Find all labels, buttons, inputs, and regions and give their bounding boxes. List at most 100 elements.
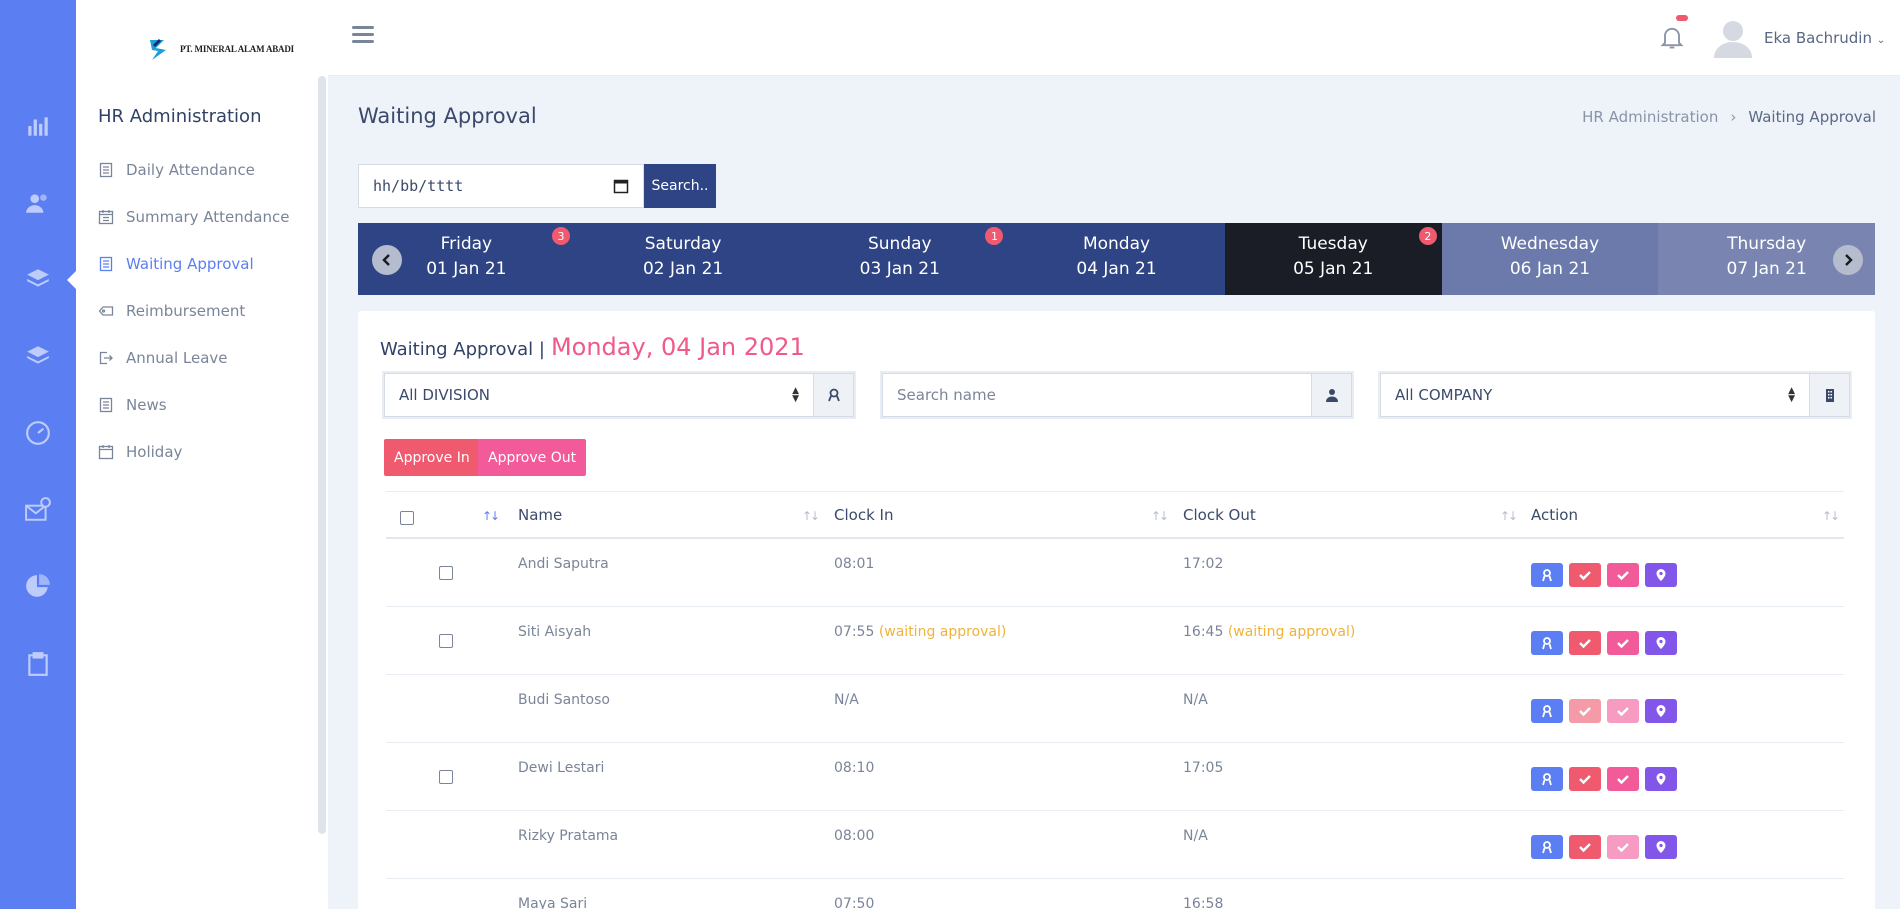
- bar-chart-icon[interactable]: [24, 112, 52, 140]
- subnav-item-daily-attendance[interactable]: Daily Attendance: [98, 146, 289, 193]
- avatar[interactable]: [1712, 16, 1754, 58]
- clock-out-cell: N/A: [1183, 692, 1208, 708]
- top-bar: Eka Bachrudin ⌄: [328, 0, 1900, 76]
- approve-in-row-button[interactable]: [1569, 631, 1601, 655]
- subnav-list: Daily Attendance Summary Attendance Wait…: [98, 146, 289, 475]
- users-icon[interactable]: [24, 189, 52, 217]
- day-strip: Friday 01 Jan 21 3 Saturday 02 Jan 21 Su…: [358, 223, 1876, 295]
- card-title: Waiting Approval |: [380, 339, 545, 360]
- day-date: 04 Jan 21: [1076, 259, 1157, 279]
- employee-name: Rizky Pratama: [518, 828, 619, 844]
- chevron-down-icon: ⌄: [1876, 35, 1886, 46]
- clock-in-time: 08:00: [834, 828, 875, 844]
- layers-icon[interactable]: [24, 265, 52, 293]
- search-button[interactable]: Search..: [644, 164, 716, 208]
- location-button[interactable]: [1645, 699, 1677, 723]
- breadcrumb-link[interactable]: HR Administration: [1582, 108, 1718, 126]
- subnav-item-holiday[interactable]: Holiday: [98, 428, 289, 475]
- column-header-name[interactable]: Name: [518, 506, 562, 524]
- map-pin-icon: [1656, 773, 1666, 785]
- column-header-clock-out[interactable]: Clock Out: [1183, 506, 1256, 524]
- approve-in-button[interactable]: Approve In: [384, 439, 480, 476]
- detail-button[interactable]: [1531, 631, 1563, 655]
- breadcrumb-current: Waiting Approval: [1748, 108, 1876, 126]
- sort-icon[interactable]: ↑↓: [482, 509, 500, 523]
- subnav-item-waiting-approval[interactable]: Waiting Approval: [98, 240, 289, 287]
- day-tab-monday[interactable]: Monday 04 Jan 21: [1008, 223, 1225, 295]
- next-day-button[interactable]: [1833, 245, 1863, 275]
- subnav-item-label: Summary Attendance: [126, 207, 290, 226]
- breadcrumb: HR Administration › Waiting Approval: [1582, 108, 1876, 126]
- dashboard-icon[interactable]: [24, 419, 52, 447]
- clock-in-time: 07:50: [834, 896, 875, 909]
- prev-day-button[interactable]: [372, 245, 402, 275]
- approve-out-row-button[interactable]: [1607, 631, 1639, 655]
- pie-chart-icon[interactable]: [24, 572, 52, 600]
- column-header-clock-in[interactable]: Clock In: [834, 506, 893, 524]
- approve-in-row-button[interactable]: [1569, 835, 1601, 859]
- bell-icon[interactable]: [1658, 22, 1686, 52]
- approve-in-row-button[interactable]: [1569, 563, 1601, 587]
- secondary-sidebar: PT. MINERAL ALAM ABADI HR Administration…: [76, 0, 328, 909]
- day-tab-wednesday[interactable]: Wednesday 06 Jan 21: [1441, 223, 1659, 295]
- subnav-item-news[interactable]: News: [98, 381, 289, 428]
- table-row: Maya Sari 07:50 16:58: [386, 879, 1844, 909]
- company-filter: All COMPANY ▲ ▼: [1380, 373, 1850, 417]
- menu-toggle-icon[interactable]: [352, 26, 374, 44]
- approve-in-row-button: [1569, 699, 1601, 723]
- location-button[interactable]: [1645, 631, 1677, 655]
- row-checkbox[interactable]: [439, 770, 453, 784]
- approve-in-row-button[interactable]: [1569, 767, 1601, 791]
- approve-out-button[interactable]: Approve Out: [478, 439, 587, 476]
- detail-button[interactable]: [1531, 563, 1563, 587]
- location-button[interactable]: [1645, 563, 1677, 587]
- search-name-input[interactable]: Search name: [883, 374, 1311, 416]
- sidebar-scrollbar[interactable]: [318, 76, 326, 834]
- icon-rail: [0, 0, 77, 909]
- sort-icon[interactable]: ↑↓: [1822, 509, 1840, 523]
- division-filter: All DIVISION ▲ ▼: [384, 373, 854, 417]
- clock-in-cell: N/A: [834, 692, 859, 708]
- chevron-right-icon: ›: [1730, 108, 1737, 126]
- map-pin-icon: [1656, 841, 1666, 853]
- subnav-item-summary-attendance[interactable]: Summary Attendance: [98, 193, 289, 240]
- select-all-checkbox[interactable]: [400, 511, 414, 525]
- approval-table: ↑↓ Name ↑↓ Clock In ↑↓ Clock Out ↑↓ Acti…: [386, 491, 1844, 909]
- row-actions: [1531, 631, 1677, 655]
- layers-icon[interactable]: [24, 342, 52, 370]
- clock-out-cell: N/A: [1183, 828, 1208, 844]
- date-input[interactable]: hh/bb/tttt: [358, 164, 644, 208]
- company-select[interactable]: All COMPANY ▲ ▼: [1381, 374, 1809, 416]
- row-checkbox[interactable]: [439, 634, 453, 648]
- mail-chat-icon[interactable]: [24, 496, 52, 524]
- check-icon: [1579, 707, 1591, 717]
- user-icon: [1325, 389, 1338, 402]
- subnav-item-reimbursement[interactable]: Reimbursement: [98, 287, 289, 334]
- division-select[interactable]: All DIVISION ▲ ▼: [385, 374, 813, 416]
- location-button[interactable]: [1645, 835, 1677, 859]
- user-menu[interactable]: Eka Bachrudin ⌄: [1764, 29, 1885, 47]
- sort-icon[interactable]: ↑↓: [1151, 509, 1169, 523]
- employee-name: Budi Santoso: [518, 692, 610, 708]
- row-checkbox[interactable]: [439, 566, 453, 580]
- calendar-icon[interactable]: [613, 178, 629, 194]
- location-button[interactable]: [1645, 767, 1677, 791]
- logo-mark-icon: [150, 38, 166, 60]
- day-tab-tuesday[interactable]: Tuesday 05 Jan 21 2: [1224, 223, 1442, 295]
- subnav-item-label: Annual Leave: [126, 348, 228, 367]
- day-tab-saturday[interactable]: Saturday 02 Jan 21: [575, 223, 792, 295]
- subnav-item-annual-leave[interactable]: Annual Leave: [98, 334, 289, 381]
- clock-in-time: 08:01: [834, 556, 875, 572]
- approve-out-row-button[interactable]: [1607, 563, 1639, 587]
- table-header: ↑↓ Name ↑↓ Clock In ↑↓ Clock Out ↑↓ Acti…: [386, 491, 1844, 539]
- detail-button[interactable]: [1531, 767, 1563, 791]
- approve-out-row-button[interactable]: [1607, 767, 1639, 791]
- check-icon: [1617, 707, 1629, 717]
- day-name: Sunday: [867, 234, 932, 254]
- detail-button[interactable]: [1531, 699, 1563, 723]
- sort-icon[interactable]: ↑↓: [1500, 509, 1518, 523]
- sort-icon[interactable]: ↑↓: [802, 509, 820, 523]
- detail-button[interactable]: [1531, 835, 1563, 859]
- day-tab-sunday[interactable]: Sunday 03 Jan 21 1: [791, 223, 1008, 295]
- clipboard-icon[interactable]: [24, 650, 52, 678]
